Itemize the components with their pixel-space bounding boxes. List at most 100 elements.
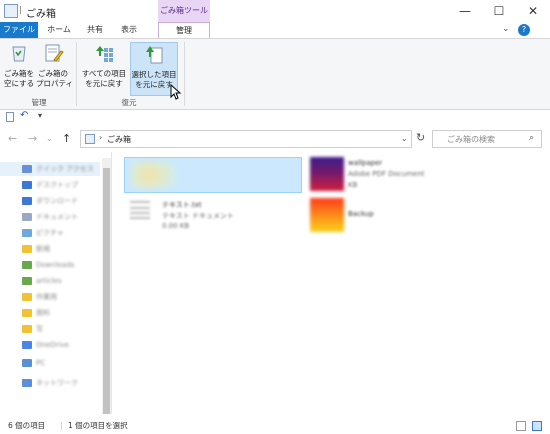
item-count: 6 個の項目 [8,421,46,430]
file-thumbnail[interactable] [310,198,344,232]
details-view-icon[interactable] [516,421,526,431]
file-name: Backup [348,210,374,218]
nav-item-label: デスクトップ [36,181,78,189]
up-arrow-icon[interactable]: ↑ [62,132,71,145]
expand-ribbon-icon[interactable]: ⌄ [502,24,510,34]
folder-icon [22,341,32,349]
quick-access-toolbar [0,110,550,126]
file-type: テキスト ドキュメント [162,212,235,220]
folder-icon [22,229,32,237]
window-title: ごみ箱 [26,9,56,20]
folder-icon [22,181,32,189]
tab-view[interactable]: 表示 [114,22,144,38]
folder-icon [22,245,32,253]
mouse-cursor-icon [170,84,182,100]
address-dropdown-icon[interactable]: ⌄ [401,134,408,143]
title-bar: | ごみ箱 ごみ箱ツール — ☐ ✕ [0,0,550,24]
nav-item[interactable]: articles [0,274,100,288]
nav-item[interactable]: 作業用 [0,290,100,304]
bin-properties-label: ごみ箱の プロパティ [36,69,74,88]
file-thumbnail[interactable] [126,197,154,233]
status-separator: | [60,421,63,430]
breadcrumb-location[interactable]: ごみ箱 [107,134,131,145]
file-thumbnail[interactable] [310,157,344,191]
context-tab-group-label: ごみ箱ツール [158,0,210,22]
close-button[interactable]: ✕ [516,2,550,20]
bin-properties-button[interactable]: ごみ箱の プロパティ [36,42,74,89]
folder-icon [22,293,32,301]
nav-item[interactable]: PC [0,356,100,370]
back-arrow-icon[interactable]: ← [8,132,17,145]
search-icon: ⌕ [529,133,535,143]
recent-locations-icon[interactable]: ⌄ [46,134,53,143]
nav-item[interactable]: ピクチャ [0,226,100,240]
restore-all-icon [96,46,113,62]
nav-item-label: クイック アクセス [36,165,94,173]
file-size: 0.00 KB [162,222,190,230]
nav-item-label: 写 [36,325,43,333]
nav-item[interactable]: 資料 [0,306,100,320]
nav-item[interactable]: ネットワーク [0,376,100,390]
nav-item[interactable]: OneDrive [0,338,100,352]
group-separator [184,42,185,106]
nav-item-label: ドキュメント [36,213,78,221]
file-size: KB [348,181,358,189]
folder-icon [22,359,32,367]
forward-arrow-icon[interactable]: → [28,132,37,145]
tab-share[interactable]: 共有 [80,22,110,38]
file-type: Adobe PDF Document [348,170,425,178]
nav-item[interactable]: ドキュメント [0,210,100,224]
empty-bin-button[interactable]: ごみ箱を 空にする [4,42,34,89]
maximize-button[interactable]: ☐ [482,2,516,20]
nav-item-label: Downloads [36,261,75,269]
folder-icon [22,379,32,387]
nav-item-label: articles [36,277,62,285]
folder-icon [22,277,32,285]
nav-item[interactable]: ダウンロード [0,194,100,208]
restore-selected-icon [146,46,163,64]
separator-icon: | [19,5,22,14]
nav-item[interactable]: 新規 [0,242,100,256]
nav-item-label: PC [36,359,46,367]
customize-toolbar-icon[interactable]: ▾ [38,111,42,120]
nav-item-label: OneDrive [36,341,69,349]
folder-icon [22,261,32,269]
nav-item[interactable]: デスクトップ [0,178,100,192]
help-icon[interactable]: ? [518,24,530,36]
large-icons-view-icon[interactable] [532,421,542,431]
nav-item[interactable]: 写 [0,322,100,336]
nav-item[interactable]: クイック アクセス [0,162,100,176]
restore-all-label: すべての項目 を元に戻す [81,69,127,88]
empty-bin-label: ごみ箱を 空にする [4,69,35,88]
nav-item-label: ピクチャ [36,229,64,237]
status-bar: 6 個の項目 | 1 個の項目を選択 [0,418,550,434]
folder-icon [22,197,32,205]
search-placeholder: ごみ箱の検索 [447,135,495,144]
nav-item-label: 新規 [36,245,50,253]
nav-item[interactable]: Downloads [0,258,100,272]
file-name: テキスト.txt [162,201,202,209]
recycle-bin-small-icon [85,134,95,144]
properties-mini-icon[interactable] [6,112,14,122]
refresh-icon[interactable]: ↻ [416,131,425,144]
file-item-selected[interactable] [124,157,302,193]
file-name: wallpaper [348,159,383,167]
undo-icon[interactable]: ↶ [20,110,28,121]
file-thumbnail [131,162,177,188]
selection-count: 1 個の項目を選択 [68,421,128,430]
tab-home[interactable]: ホーム [42,22,76,38]
restore-all-button[interactable]: すべての項目 を元に戻す [80,42,128,89]
group-label-restore: 復元 [121,98,137,107]
nav-item-label: 資料 [36,309,50,317]
search-input[interactable]: ごみ箱の検索 ⌕ [432,130,542,148]
folder-icon [22,213,32,221]
empty-bin-icon [12,46,26,62]
tab-manage[interactable]: 管理 [158,22,210,38]
group-label-manage: 管理 [31,98,47,107]
minimize-button[interactable]: — [448,2,482,20]
address-bar[interactable]: › ごみ箱 ⌄ [80,130,412,148]
properties-icon [45,44,64,62]
nav-scrollbar-thumb[interactable] [103,168,110,414]
nav-item-label: ダウンロード [36,197,78,205]
tab-file[interactable]: ファイル [0,22,38,38]
